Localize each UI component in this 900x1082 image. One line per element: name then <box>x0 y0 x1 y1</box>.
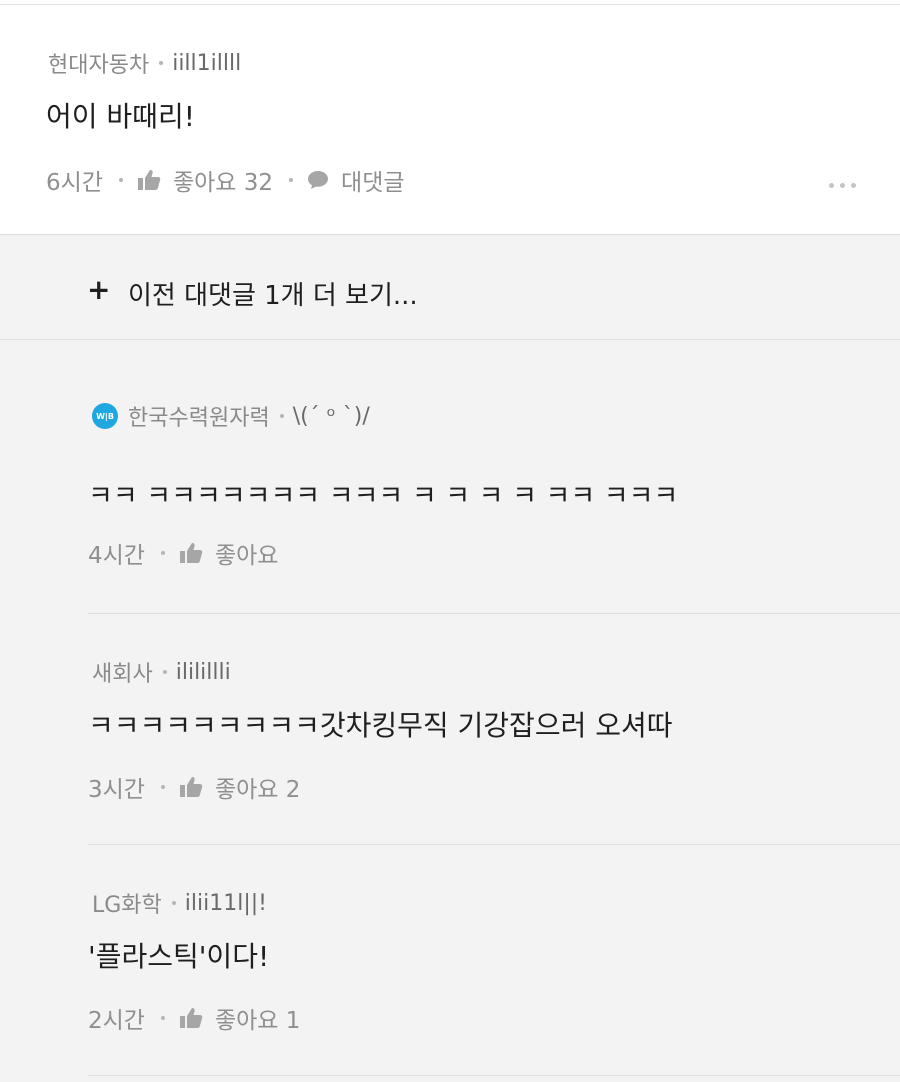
reply-actions: 3시간 좋아요 2 <box>88 770 300 804</box>
reply-actions: 2시간 좋아요 1 <box>88 1001 300 1035</box>
thumbs-up-icon[interactable] <box>137 169 161 191</box>
separator-dot <box>279 414 284 418</box>
like-button[interactable]: 좋아요 32 <box>173 163 273 197</box>
company-name[interactable]: 새회사 <box>92 656 153 688</box>
speech-bubble-icon[interactable] <box>307 170 329 190</box>
reply-item: W|B 한국수력원자력 \(´ ᵒ `)/ ㅋㅋ ㅋㅋㅋㅋㅋㅋㅋ ㅋㅋㅋ ㅋ ㅋ… <box>0 340 900 614</box>
separator-dot <box>162 670 167 674</box>
company-name[interactable]: 한국수력원자력 <box>128 400 270 432</box>
separator-dot <box>159 61 164 65</box>
comment-time: 6시간 <box>46 170 103 196</box>
reply-time: 2시간 <box>88 1008 145 1034</box>
prev-replies-button[interactable]: + 이전 대댓글 1개 더 보기... <box>0 235 900 340</box>
user-id[interactable]: ililillli <box>176 660 231 685</box>
separator-dot <box>160 785 165 789</box>
reply-meta: 새회사 ililillli <box>92 656 231 688</box>
company-badge-icon: W|B <box>92 403 118 429</box>
reply-actions: 4시간 좋아요 <box>88 536 278 570</box>
reply-text: ㅋㅋ ㅋㅋㅋㅋㅋㅋㅋ ㅋㅋㅋ ㅋ ㅋ ㅋ ㅋ ㅋㅋ ㅋㅋㅋ <box>88 481 679 512</box>
separator-dot <box>160 1016 165 1020</box>
company-name[interactable]: 현대자동차 <box>48 47 149 79</box>
reply-item: 새회사 ililillli ㅋㅋㅋㅋㅋㅋㅋㅋㅋ갓차킹무직 기강잡으러 오셔따 3… <box>0 614 900 845</box>
user-id[interactable]: \(´ ᵒ `)/ <box>293 404 370 429</box>
separator-dot <box>118 178 123 182</box>
thumbs-up-icon[interactable] <box>179 776 203 798</box>
user-id[interactable]: iill1illll <box>172 51 241 76</box>
comment-text: 어이 바때리! <box>46 100 195 133</box>
user-id[interactable]: ilii11l||! <box>185 891 267 916</box>
thumbs-up-icon[interactable] <box>179 542 203 564</box>
reply-time: 3시간 <box>88 777 145 803</box>
prev-replies-label[interactable]: 이전 대댓글 1개 더 보기... <box>128 275 418 312</box>
reply-text: '플라스틱'이다! <box>88 940 270 973</box>
reply-text: ㅋㅋㅋㅋㅋㅋㅋㅋㅋ갓차킹무직 기강잡으러 오셔따 <box>88 709 673 742</box>
like-button[interactable]: 좋아요 2 <box>215 770 300 804</box>
more-dots-icon[interactable] <box>829 183 856 188</box>
comment-meta: 현대자동차 iill1illll <box>48 47 241 79</box>
separator-dot <box>171 901 176 905</box>
comment-actions: 6시간 좋아요 32 대댓글 <box>46 163 405 197</box>
plus-icon: + <box>87 273 111 306</box>
reply-meta: W|B 한국수력원자력 \(´ ᵒ `)/ <box>92 400 370 432</box>
like-button[interactable]: 좋아요 1 <box>215 1001 300 1035</box>
reply-item: LG화학 ilii11l||! '플라스틱'이다! 2시간 좋아요 1 <box>0 845 900 1076</box>
separator-dot <box>160 551 165 555</box>
reply-time: 4시간 <box>88 543 145 569</box>
company-name[interactable]: LG화학 <box>92 887 162 919</box>
separator-dot <box>289 178 294 182</box>
reply-divider <box>88 1075 900 1076</box>
thumbs-up-icon[interactable] <box>179 1007 203 1029</box>
reply-meta: LG화학 ilii11l||! <box>92 887 267 919</box>
main-comment: 현대자동차 iill1illll 어이 바때리! 6시간 좋아요 32 대댓글 <box>0 5 900 235</box>
like-button[interactable]: 좋아요 <box>215 536 278 570</box>
reply-button[interactable]: 대댓글 <box>341 163 404 197</box>
